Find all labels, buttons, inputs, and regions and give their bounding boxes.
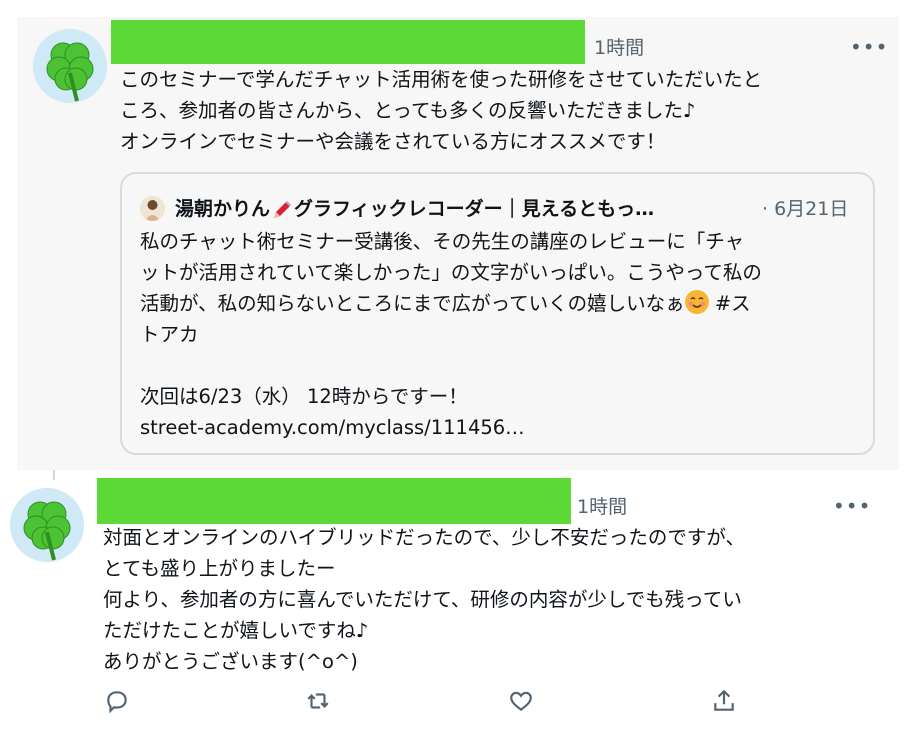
tweet-time[interactable]: 1時間	[577, 492, 627, 519]
tweet-text: このセミナーで学んだチャット活用術を使った研修をさせていただいたと ころ、参加者…	[120, 68, 763, 153]
retweet-icon	[307, 693, 329, 709]
tweet-time[interactable]: 1時間	[594, 33, 644, 60]
like-button[interactable]	[508, 688, 538, 718]
reply-icon	[107, 691, 127, 714]
reply-button[interactable]	[104, 688, 134, 718]
clover-icon	[10, 488, 84, 562]
quoted-author-name: 湯朝かりん	[175, 198, 271, 220]
tweet-text: 対面とオンラインのハイブリッドだったので、少し不安だったのですが、 とても盛り上…	[103, 526, 745, 673]
more-options-icon[interactable]: •••	[833, 496, 871, 516]
quoted-tweet[interactable]: 湯朝かりん グラフィックレコーダー｜見えるともっ… · 6月21日 私のチャット術…	[120, 172, 875, 455]
quoted-avatar	[140, 196, 165, 221]
tweet-highlighted[interactable]: 1時間 ••• このセミナーで学んだチャット活用術を使った研修をさせていただいた…	[17, 17, 899, 470]
tweet-actions	[0, 688, 916, 724]
retweet-button[interactable]	[305, 688, 335, 718]
redacted-username	[111, 20, 585, 64]
smiling-face-icon	[684, 290, 709, 314]
quoted-date[interactable]: · 6月21日	[762, 194, 848, 221]
clover-icon	[33, 29, 107, 103]
avatar[interactable]	[10, 488, 84, 562]
more-options-icon[interactable]: •••	[850, 37, 888, 57]
quoted-author-title: グラフィックレコーダー｜見えるともっ…	[294, 198, 655, 220]
quoted-author[interactable]: 湯朝かりん グラフィックレコーダー｜見えるともっ…	[175, 194, 654, 222]
redacted-username	[97, 478, 571, 524]
quoted-text-part1: 私のチャット術セミナー受講後、その先生の講座のレビューに「チャ ットが活用されて…	[140, 230, 762, 315]
pencil-icon	[270, 198, 294, 222]
share-button[interactable]	[711, 688, 741, 718]
person-icon	[140, 196, 165, 221]
quoted-text: 私のチャット術セミナー受講後、その先生の講座のレビューに「チャ ットが活用されて…	[140, 226, 860, 443]
avatar[interactable]	[33, 29, 107, 103]
like-icon	[510, 691, 532, 712]
share-icon	[714, 689, 734, 711]
